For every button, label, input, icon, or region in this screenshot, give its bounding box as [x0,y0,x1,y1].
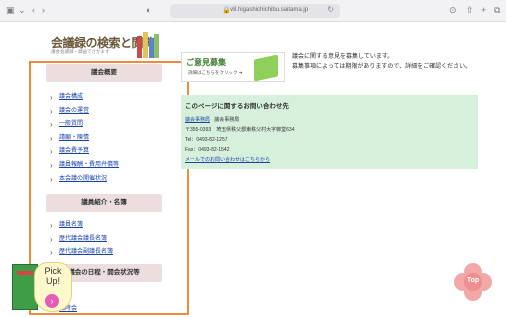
back-icon[interactable]: ‹ [32,5,35,16]
section-header-members: 議員紹介・名簿 [46,194,162,212]
pickup-button[interactable]: Pick Up! › [12,262,72,316]
reload-icon[interactable]: ↻ [327,5,334,14]
pickup-label-line: Up! [45,276,60,286]
notice-line: 募集事項によっては期限がありますので、詳細をご確認ください。 [292,64,472,70]
chevron-down-icon[interactable]: ⌄ [18,5,26,16]
share-icon[interactable]: ⇧ [466,5,474,16]
menu-link[interactable]: 一般質問 [50,118,119,132]
contact-title: このページに関するお問い合わせ先 [185,103,289,110]
menu-link[interactable]: 議員名簿 [50,219,113,233]
sidebar-toggle-icon[interactable]: ▣ [6,5,15,16]
forward-icon[interactable]: › [42,5,45,16]
menu-link[interactable]: 議会の運営 [50,105,119,119]
menu-link[interactable]: 議会費予算 [50,145,119,159]
tabs-overview-icon[interactable]: ⧉ [494,5,500,16]
pickup-label-line: Pick [44,266,62,276]
browser-toolbar: ▣ ⌄ ‹ › ◐ 🔒 v8.higashichichibu.saitama.j… [0,0,506,22]
banner-subtitle: 詳細はこちらをクリック ➜ [188,70,243,75]
contact-tel: Tel：0493-82-1257 [185,137,228,143]
menu-link[interactable]: 議員報酬・費用弁償等 [50,159,119,173]
notice-line: 議会に関する意見を募集しています。 [292,54,394,60]
contact-address: 〒355-0393 埼玉県秩父郡東秩父村大字御堂634 [185,127,295,133]
menu-link[interactable]: 請願・陳情 [50,132,119,146]
top-label: Top [466,277,480,284]
opinion-notice: 議会に関する意見を募集しています。 募集事項によっては期限がありますので、詳細を… [292,52,502,72]
menu-link[interactable]: 歴代議会議長名簿 [50,233,113,247]
banner-title: ご意見募集 [186,58,226,67]
books-icon [137,30,159,58]
contact-dept-line: 議会事務局 議会事務局 [185,116,239,123]
envelope-icon [254,54,278,82]
url-text: v8.higashichichibu.saitama.jp [230,7,309,13]
overview-menu: 議会構成 議会の運営 一般質問 請願・陳情 議会費予算 議員報酬・費用弁償等 本… [50,91,119,186]
contact-fax: Fax：0493-82-1542 [185,147,230,153]
menu-link[interactable]: 議会構成 [50,91,119,105]
dept-name: 議会事務局 [214,117,240,123]
dept-link[interactable]: 議会事務局 [185,117,210,123]
menu-link[interactable]: 歴代議会副議長名簿 [50,246,113,260]
pickup-label: Pick Up! [38,266,68,286]
logo-subtitle: 議会会議録・録画でさかます [51,49,110,54]
mail-link[interactable]: メールでのお問い合わせはこちらから [185,156,270,163]
shield-icon[interactable]: ◐ [146,5,151,16]
new-tab-icon[interactable]: + [481,5,486,16]
members-menu: 議員名簿 歴代議会議長名簿 歴代議会副議長名簿 [50,219,113,260]
section-header-overview: 議会概要 [46,64,162,82]
arrow-right-icon: › [45,294,59,308]
site-logo[interactable]: 会議録の検索と閲覧 議会会議録・録画でさかます [49,30,159,62]
menu-link[interactable]: 本会議の開催状況 [50,173,119,187]
back-to-top-button[interactable]: Top [454,263,492,301]
contact-box: このページに関するお問い合わせ先 議会事務局 議会事務局 〒355-0393 埼… [181,95,478,169]
opinion-banner[interactable]: ご意見募集 詳細はこちらをクリック ➜ [181,52,285,82]
download-icon[interactable]: ⊙ [449,5,457,16]
address-bar[interactable]: 🔒 v8.higashichichibu.saitama.jp ↻ [170,4,340,18]
